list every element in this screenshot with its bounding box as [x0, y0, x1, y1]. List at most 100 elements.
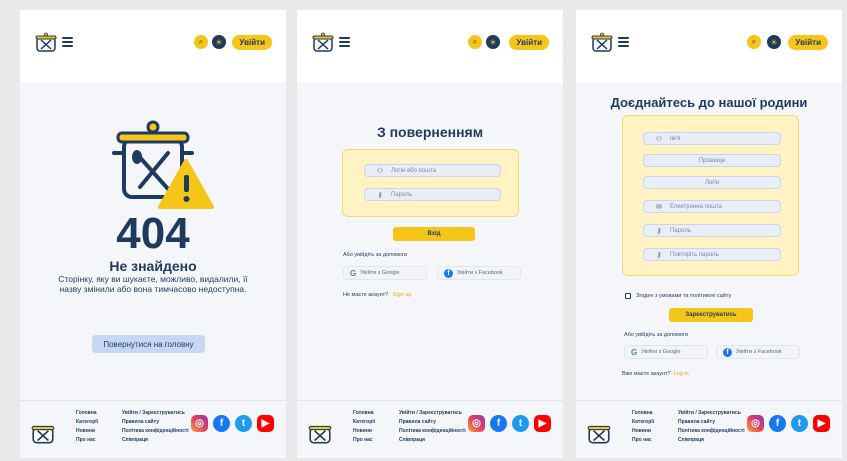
footer-logo-icon[interactable] — [586, 421, 612, 447]
google-icon: G — [350, 268, 357, 278]
twitter-icon[interactable]: t — [791, 415, 808, 432]
sun-icon[interactable]: ☀ — [767, 35, 781, 49]
error-message: Сторінку, яку ви шукаєте, можливо, видал… — [58, 274, 248, 294]
alt-login-label: Або увійдіть за допомоги — [624, 332, 689, 338]
password-field[interactable]: ⚷ Пароль — [364, 188, 501, 201]
login-title: З поверненням — [376, 124, 484, 140]
instagram-icon[interactable]: ◎ — [191, 415, 208, 432]
surname-field[interactable]: Прізвище — [643, 154, 781, 167]
instagram-icon[interactable]: ◎ — [468, 415, 485, 432]
footer-link[interactable]: Правила сайту — [399, 418, 466, 427]
register-form-card: ⚇ Ім'я Прізвище Логін ✉ Електронна пошта ⚷… — [622, 115, 799, 276]
footer-link[interactable]: Про нас — [632, 436, 654, 445]
menu-icon[interactable] — [62, 37, 73, 47]
footer-link[interactable]: Співпраця — [122, 436, 189, 445]
footer-link[interactable]: Головна — [632, 409, 654, 418]
footer-link[interactable]: Про нас — [76, 436, 98, 445]
footer-link[interactable]: Категорії — [76, 418, 98, 427]
search-icon[interactable]: ⌕ — [747, 35, 761, 49]
logo-icon[interactable] — [34, 31, 58, 55]
twitter-icon[interactable]: t — [235, 415, 252, 432]
signup-link[interactable]: Sign up — [393, 292, 412, 298]
mail-icon: ✉ — [656, 203, 662, 211]
footer-nav-primary: Головна Категорії Новини Про нас — [353, 409, 375, 445]
search-icon[interactable]: ⌕ — [194, 35, 208, 49]
facebook-icon[interactable]: f — [769, 415, 786, 432]
youtube-icon[interactable]: ▶ — [813, 415, 830, 432]
footer-nav-secondary: Увійти / Зареєструватись Правила сайту П… — [122, 409, 189, 445]
google-login-button[interactable]: G Увійти з Google — [624, 345, 708, 359]
instagram-icon[interactable]: ◎ — [747, 415, 764, 432]
footer-link[interactable]: Правила сайту — [678, 418, 745, 427]
signup-prompt: Не маєте акаунт? Sign up — [343, 292, 412, 298]
back-home-button[interactable]: Повернутися на головну — [92, 335, 205, 353]
footer-link[interactable]: Увійти / Зареєструватись — [399, 409, 466, 418]
key-icon: ⚷ — [377, 191, 383, 199]
facebook-login-button[interactable]: f Увійти з Facebook — [437, 266, 521, 280]
footer-link[interactable]: Увійти / Зареєструватись — [122, 409, 189, 418]
footer-link[interactable]: Політика конфіденційності — [122, 427, 189, 436]
twitter-icon[interactable]: t — [512, 415, 529, 432]
site-header: ⌕ ☀ Увійти — [576, 10, 842, 82]
login-form-card: ⚇ Логін або пошта ⚷ Пароль — [342, 149, 519, 217]
agree-label: Згоден з умовами та політикою сайту — [636, 293, 732, 299]
youtube-icon[interactable]: ▶ — [534, 415, 551, 432]
error-404-screen: ⌕ ☀ Увійти 404 Не знайдено Сторінку, яку… — [20, 10, 286, 458]
sun-icon[interactable]: ☀ — [486, 35, 500, 49]
footer-link[interactable]: Головна — [76, 409, 98, 418]
login-submit-button[interactable]: Вхід — [393, 227, 475, 241]
logo-icon[interactable] — [590, 31, 614, 55]
footer-logo-icon[interactable] — [307, 421, 333, 447]
footer-logo-icon[interactable] — [30, 421, 56, 447]
sun-icon[interactable]: ☀ — [212, 35, 226, 49]
footer-link[interactable]: Про нас — [353, 436, 375, 445]
google-login-button[interactable]: G Увійти з Google — [343, 266, 427, 280]
logo-icon[interactable] — [311, 31, 335, 55]
site-footer: Головна Категорії Новини Про нас Увійти … — [576, 400, 842, 458]
footer-link[interactable]: Увійти / Зареєструватись — [678, 409, 745, 418]
footer-link[interactable]: Головна — [353, 409, 375, 418]
footer-link[interactable]: Правила сайту — [122, 418, 189, 427]
site-footer: Головна Категорії Новини Про нас Увійти … — [20, 400, 286, 458]
header-login-button[interactable]: Увійти — [788, 35, 828, 50]
facebook-icon[interactable]: f — [490, 415, 507, 432]
login-screen: ⌕ ☀ Увійти З поверненням ⚇ Логін або пошт… — [297, 10, 563, 458]
footer-link[interactable]: Категорії — [353, 418, 375, 427]
password-field[interactable]: ⚷ Пароль — [643, 224, 781, 237]
email-field[interactable]: ✉ Електронна пошта — [643, 200, 781, 213]
register-title: Доєднайтесь до нашої родини — [610, 95, 808, 110]
pot-warning-illustration — [112, 120, 214, 209]
header-login-button[interactable]: Увійти — [232, 35, 272, 50]
footer-nav-primary: Головна Категорії Новини Про нас — [632, 409, 654, 445]
key-icon: ⚷ — [656, 251, 662, 259]
footer-link[interactable]: Співпраця — [678, 436, 745, 445]
footer-link[interactable]: Категорії — [632, 418, 654, 427]
header-login-button[interactable]: Увійти — [509, 35, 549, 50]
user-icon: ⚇ — [376, 167, 384, 175]
facebook-icon[interactable]: f — [213, 415, 230, 432]
menu-icon[interactable] — [339, 37, 350, 47]
alt-login-label: Або увійдіть за допомоги — [343, 252, 408, 258]
search-icon[interactable]: ⌕ — [468, 35, 482, 49]
facebook-icon: f — [444, 268, 453, 278]
footer-link[interactable]: Новини — [632, 427, 654, 436]
login-field[interactable]: ⚇ Логін або пошта — [364, 164, 501, 177]
menu-icon[interactable] — [618, 37, 629, 47]
agree-checkbox[interactable] — [625, 293, 631, 299]
footer-link[interactable]: Політика конфіденційності — [678, 427, 745, 436]
register-submit-button[interactable]: Зареєструватись — [669, 308, 753, 322]
register-screen: ⌕ ☀ Увійти Доєднайтесь до нашої родини ⚇… — [576, 10, 842, 458]
key-icon: ⚷ — [656, 227, 662, 235]
youtube-icon[interactable]: ▶ — [257, 415, 274, 432]
site-footer: Головна Категорії Новини Про нас Увійти … — [297, 400, 563, 458]
register-content: Доєднайтесь до нашої родини ⚇ Ім'я Прізви… — [576, 82, 842, 400]
footer-link[interactable]: Новини — [353, 427, 375, 436]
footer-link[interactable]: Співпраця — [399, 436, 466, 445]
footer-link[interactable]: Новини — [76, 427, 98, 436]
login-link[interactable]: Log in — [674, 371, 689, 377]
username-field[interactable]: Логін — [643, 176, 781, 189]
repeat-password-field[interactable]: ⚷ Повторіть пароль — [643, 248, 781, 261]
facebook-login-button[interactable]: f Увійти з Facebook — [716, 345, 800, 359]
footer-link[interactable]: Політика конфіденційності — [399, 427, 466, 436]
name-field[interactable]: ⚇ Ім'я — [643, 132, 781, 145]
